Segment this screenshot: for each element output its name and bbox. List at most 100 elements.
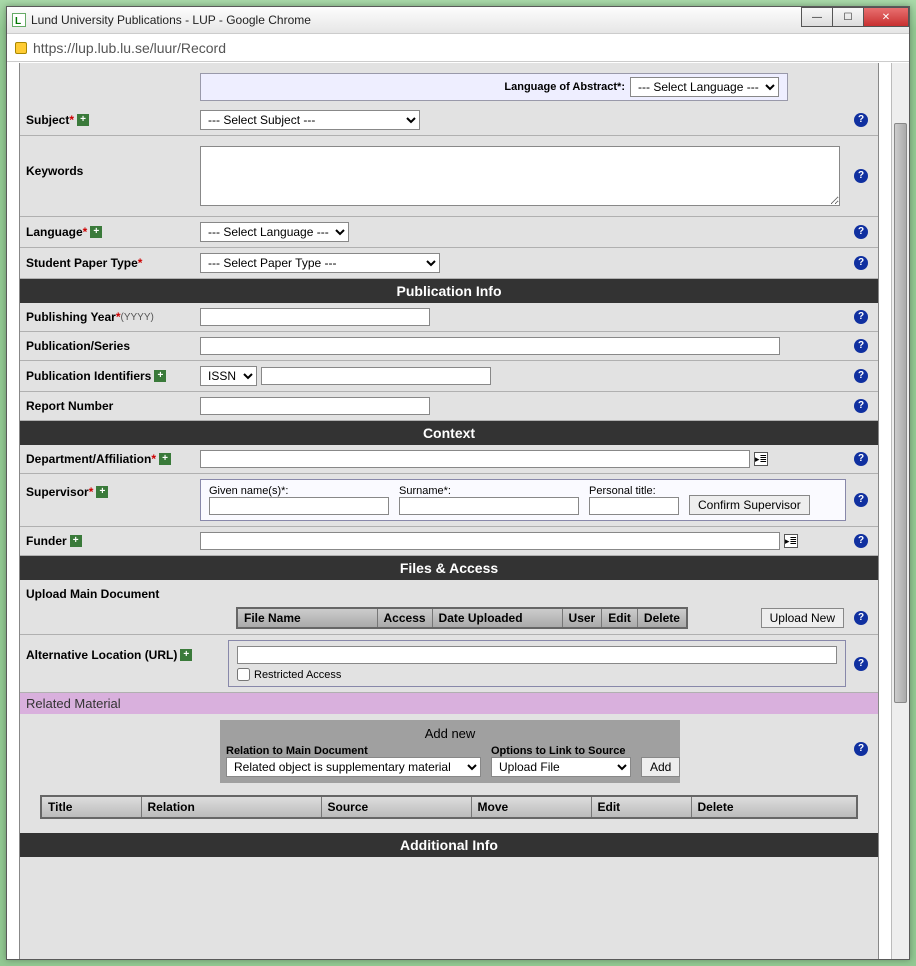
window-title: Lund University Publications - LUP - Goo…	[31, 13, 311, 27]
pub-id-type-select[interactable]: ISSN	[200, 366, 257, 386]
report-no-input[interactable]	[200, 397, 430, 415]
col-edit: Edit	[602, 608, 638, 628]
help-icon[interactable]: ?	[854, 256, 868, 270]
section-context: Context	[20, 421, 878, 445]
lookup-icon[interactable]: ▸≣	[784, 534, 798, 548]
language-row: Language*+ --- Select Language --- ?	[20, 217, 878, 248]
subject-select[interactable]: --- Select Subject ---	[200, 110, 420, 130]
restricted-label: Restricted Access	[254, 669, 341, 681]
col-date: Date Uploaded	[432, 608, 562, 628]
funder-input[interactable]	[200, 532, 780, 550]
help-icon[interactable]: ?	[854, 339, 868, 353]
language-add-icon[interactable]: +	[90, 226, 102, 238]
help-icon[interactable]: ?	[854, 452, 868, 466]
supervisor-label: Supervisor	[26, 485, 89, 499]
col-user: User	[562, 608, 602, 628]
pub-year-input[interactable]	[200, 308, 430, 326]
files-table: File Name Access Date Uploaded User Edit…	[236, 607, 688, 629]
restricted-checkbox[interactable]	[237, 668, 250, 681]
language-of-abstract-label: Language of Abstract*:	[504, 81, 625, 93]
help-icon[interactable]: ?	[854, 611, 868, 625]
language-select[interactable]: --- Select Language ---	[200, 222, 349, 242]
confirm-supervisor-button[interactable]: Confirm Supervisor	[689, 495, 810, 515]
scrollbar-track[interactable]	[891, 63, 909, 959]
keywords-row: Keywords ?	[20, 136, 878, 217]
col-delete: Delete	[637, 608, 687, 628]
funder-row: Funder+ ▸≣ ?	[20, 527, 878, 556]
form-page: Language of Abstract*: --- Select Langua…	[19, 63, 879, 959]
help-icon[interactable]: ?	[854, 369, 868, 383]
pub-series-input[interactable]	[200, 337, 780, 355]
alt-location-box: Restricted Access	[228, 640, 846, 687]
dept-add-icon[interactable]: +	[159, 453, 171, 465]
relation-select[interactable]: Related object is supplementary material	[226, 757, 481, 777]
dept-input[interactable]	[200, 450, 750, 468]
lock-icon	[15, 42, 27, 54]
pub-id-input[interactable]	[261, 367, 491, 385]
personal-title-input[interactable]	[589, 497, 679, 515]
alt-location-input[interactable]	[237, 646, 837, 664]
add-new-row: Add new Relation to Main DocumentRelated…	[20, 714, 878, 783]
section-publication-info: Publication Info	[20, 279, 878, 303]
content-area: Language of Abstract*: --- Select Langua…	[7, 63, 909, 959]
pub-series-row: Publication/Series ?	[20, 332, 878, 361]
add-new-box: Add new Relation to Main DocumentRelated…	[220, 720, 680, 783]
paper-type-row: Student Paper Type* --- Select Paper Typ…	[20, 248, 878, 279]
dept-label: Department/Affiliation	[26, 452, 151, 466]
col-move: Move	[471, 796, 591, 818]
lookup-icon[interactable]: ▸≣	[754, 452, 768, 466]
dept-row: Department/Affiliation*+ ▸≣ ?	[20, 445, 878, 474]
upload-main-label: Upload Main Document	[26, 585, 868, 607]
help-icon[interactable]: ?	[854, 399, 868, 413]
col-source: Source	[321, 796, 471, 818]
supervisor-box: Given name(s)*: Surname*: Personal title…	[200, 479, 846, 521]
alt-location-row: Alternative Location (URL)+ Restricted A…	[20, 635, 878, 693]
pub-year-label: Publishing Year	[26, 310, 116, 324]
col-delete: Delete	[691, 796, 857, 818]
scrollbar-thumb[interactable]	[894, 123, 907, 703]
surname-label: Surname*:	[399, 485, 579, 497]
alt-location-add-icon[interactable]: +	[180, 649, 192, 661]
subject-row: Subject*+ --- Select Subject --- ?	[20, 105, 878, 136]
help-icon[interactable]: ?	[854, 225, 868, 239]
upload-new-button[interactable]: Upload New	[761, 608, 844, 628]
page-viewport: Language of Abstract*: --- Select Langua…	[7, 63, 891, 959]
help-icon[interactable]: ?	[854, 742, 868, 756]
alt-location-label: Alternative Location (URL)	[26, 648, 177, 662]
given-name-input[interactable]	[209, 497, 389, 515]
pub-ids-label: Publication Identifiers	[26, 369, 151, 383]
add-new-title: Add new	[226, 726, 674, 741]
given-name-label: Given name(s)*:	[209, 485, 389, 497]
help-icon[interactable]: ?	[854, 657, 868, 671]
keywords-textarea[interactable]	[200, 146, 840, 206]
supervisor-add-icon[interactable]: +	[96, 486, 108, 498]
subject-label: Subject	[26, 113, 69, 127]
maximize-button[interactable]: ☐	[832, 7, 864, 27]
address-bar[interactable]: https://lup.lub.lu.se/luur/Record	[7, 34, 909, 62]
help-icon[interactable]: ?	[854, 493, 868, 507]
options-select[interactable]: Upload File	[491, 757, 631, 777]
subject-add-icon[interactable]: +	[77, 114, 89, 126]
language-of-abstract-select[interactable]: --- Select Language ---	[630, 77, 779, 97]
related-table: Title Relation Source Move Edit Delete	[40, 795, 858, 819]
app-icon	[12, 13, 26, 27]
pub-year-hint: (YYYY)	[120, 312, 153, 323]
add-button[interactable]: Add	[641, 757, 680, 777]
help-icon[interactable]: ?	[854, 169, 868, 183]
url-text: https://lup.lub.lu.se/luur/Record	[33, 40, 226, 56]
pub-ids-add-icon[interactable]: +	[154, 370, 166, 382]
close-button[interactable]: ✕	[863, 7, 909, 27]
help-icon[interactable]: ?	[854, 113, 868, 127]
help-icon[interactable]: ?	[854, 534, 868, 548]
report-no-label: Report Number	[26, 399, 113, 413]
keywords-label: Keywords	[26, 164, 83, 178]
col-access: Access	[377, 608, 432, 628]
funder-add-icon[interactable]: +	[70, 535, 82, 547]
help-icon[interactable]: ?	[854, 310, 868, 324]
relation-label: Relation to Main Document	[226, 745, 481, 757]
surname-input[interactable]	[399, 497, 579, 515]
col-relation: Relation	[141, 796, 321, 818]
paper-type-select[interactable]: --- Select Paper Type ---	[200, 253, 440, 273]
section-additional-info: Additional Info	[20, 833, 878, 857]
minimize-button[interactable]: —	[801, 7, 833, 27]
